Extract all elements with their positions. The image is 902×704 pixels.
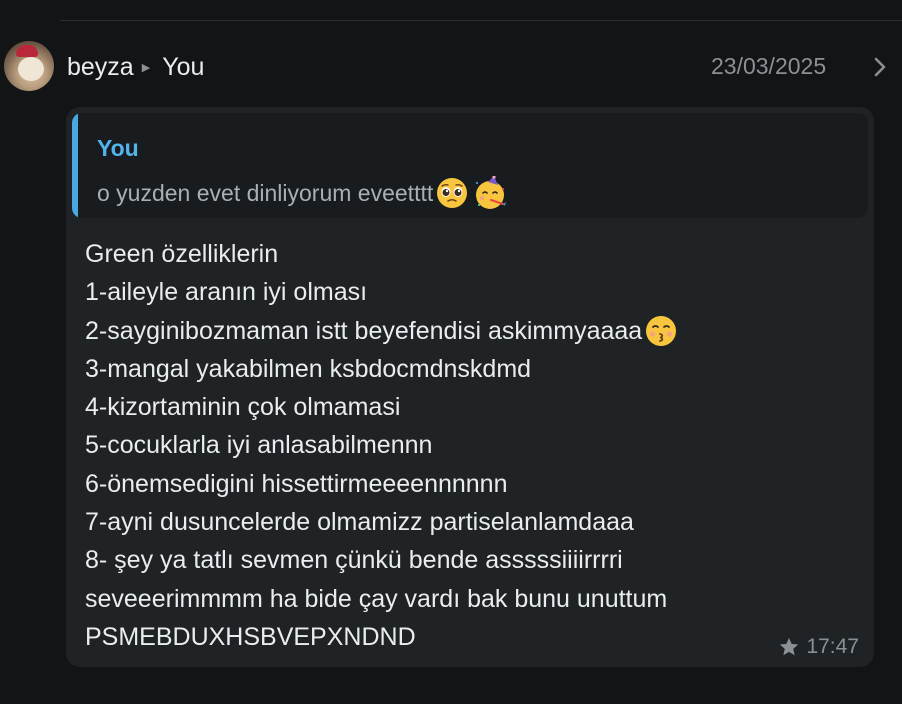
message-line-with-emoji: 2-sayginibozmaman istt beyefendisi askim… (85, 312, 865, 350)
message-line: 7-ayni dusuncelerde olmamizz partiselanl… (85, 508, 634, 537)
message-line: 8- şey ya tatlı sevmen çünkü bende assss… (85, 546, 623, 575)
quote-accent-bar (72, 113, 78, 218)
quote-text: o yuzden evet dinliyorum eveetttt (97, 179, 434, 206)
message-line-text: 2-sayginibozmaman istt beyefendisi askim… (85, 316, 643, 345)
kissing-face-icon (646, 315, 677, 346)
sender-name[interactable]: beyza (67, 53, 134, 82)
quote-author: You (97, 135, 139, 161)
avatar-face-shape (18, 57, 44, 81)
recipient-name: You (162, 52, 205, 81)
message-line: 6-önemsedigini hissettirmeeeennnnnn (85, 469, 508, 498)
pleading-face-icon (437, 178, 468, 208)
quote-text-row: o yuzden evet dinliyorum eveetttt (97, 176, 507, 210)
message-date: 23/03/2025 (711, 53, 827, 79)
partying-face-icon (476, 176, 507, 209)
message-meta: 17:47 (778, 635, 859, 659)
message-line: seveeerimmmm ha bide çay vardı bak bunu … (85, 584, 668, 613)
message-line: 3-mangal yakabilmen ksbdocmdnskdmd (85, 354, 532, 383)
message-bubble[interactable]: You o yuzden evet dinliyorum eveetttt Gr… (66, 107, 874, 667)
quoted-message[interactable]: You o yuzden evet dinliyorum eveetttt (72, 113, 868, 218)
divider (60, 20, 902, 21)
message-time: 17:47 (806, 635, 859, 658)
message-line: Green özelliklerin (85, 240, 279, 268)
chat-message-view: beyza ▶ You 23/03/2025 You o yuzden evet… (0, 0, 902, 704)
message-line: 4-kizortaminin çok olmamasi (85, 393, 401, 422)
avatar-cap-shape (16, 45, 38, 57)
avatar[interactable] (4, 41, 54, 91)
message-line: PSMEBDUXHSBVEPXNDND (85, 622, 416, 651)
sender-row: beyza ▶ You (67, 52, 204, 82)
star-icon (780, 637, 799, 656)
forward-arrow-icon: ▶ (141, 61, 151, 74)
message-line: 5-cocuklarla iyi anlasabilmennn (85, 431, 433, 460)
chevron-right-icon[interactable] (870, 55, 890, 79)
message-line: 1-aileyle aranın iyi olması (85, 278, 368, 307)
message-body: Green özelliklerin 1-aileyle aranın iyi … (85, 235, 865, 656)
